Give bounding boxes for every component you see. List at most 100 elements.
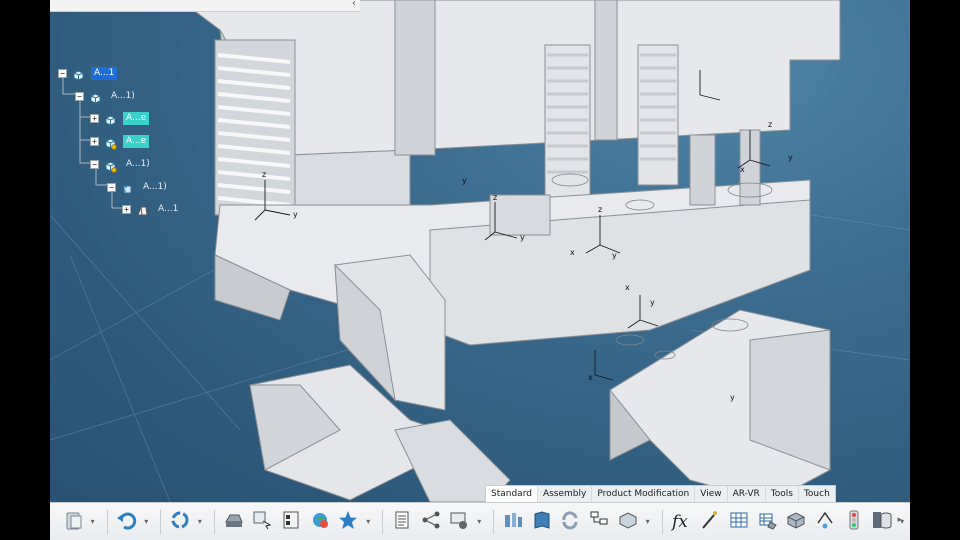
dropdown-arrow-icon[interactable]: ▾ — [475, 517, 483, 526]
cube-stack-icon — [617, 509, 639, 535]
magic-wand-button[interactable] — [697, 508, 723, 536]
star-button[interactable] — [336, 508, 362, 536]
tab-tools[interactable]: Tools — [766, 486, 799, 502]
explode-button[interactable] — [500, 508, 526, 536]
graph-tree-button[interactable] — [418, 508, 444, 536]
toolbar-separator — [382, 509, 384, 534]
draw-button[interactable] — [812, 508, 838, 536]
tree-node-label[interactable]: A...1 — [91, 66, 118, 80]
graph-tree-icon — [420, 509, 442, 535]
toolbar-separator — [493, 509, 495, 534]
spring-large[interactable] — [214, 39, 296, 216]
toolbar-more-icon[interactable]: ▸ — [897, 515, 902, 525]
dropdown-arrow-icon[interactable]: ▾ — [142, 517, 150, 526]
axis-x-label: x — [588, 373, 593, 382]
tree-node[interactable]: + A...e — [90, 134, 150, 150]
axis-z-label: z — [598, 205, 602, 214]
table-icon — [728, 509, 750, 535]
assembly-model[interactable]: z y z y y z y x z y x y x x y — [50, 0, 910, 502]
part-body-icon — [136, 203, 149, 216]
axis-z-label: z — [493, 193, 497, 202]
star-icon — [337, 509, 359, 535]
table-button[interactable] — [726, 508, 752, 536]
undo-button[interactable] — [114, 508, 140, 536]
formula-button[interactable]: fx — [669, 508, 695, 536]
settings-button[interactable] — [447, 508, 473, 536]
tab-view[interactable]: View — [695, 486, 728, 502]
tab-standard[interactable]: Standard — [486, 486, 538, 502]
settings-icon — [448, 509, 470, 535]
expand-icon[interactable]: + — [90, 136, 99, 146]
save-management-icon — [223, 509, 245, 535]
axis-x-label: x — [740, 165, 745, 174]
tree-node[interactable]: + A...e — [90, 111, 150, 126]
select-button[interactable] — [249, 508, 275, 536]
traffic-light-button[interactable] — [841, 508, 867, 536]
catia-window: z y z y y z y x z y x y x x y ‹ − A...1 … — [50, 0, 910, 540]
tree-view-button[interactable] — [586, 508, 612, 536]
save-management-button[interactable] — [221, 508, 247, 536]
collapse-icon[interactable]: − — [90, 159, 99, 169]
dropdown-arrow-icon[interactable]: ▾ — [89, 517, 97, 526]
tab-assembly[interactable]: Assembly — [538, 486, 593, 502]
axis-y-label: y — [293, 210, 298, 219]
tree-node-label[interactable]: A...1) — [108, 90, 138, 103]
dropdown-arrow-icon[interactable]: ▾ — [364, 517, 372, 526]
globe-button[interactable] — [307, 508, 333, 536]
expand-icon[interactable]: + — [122, 204, 131, 214]
axis-y-label: y — [730, 393, 735, 402]
paste-button[interactable] — [60, 508, 86, 536]
book-button[interactable] — [529, 508, 555, 536]
axis-y-label: y — [520, 233, 525, 242]
tab-touch[interactable]: Touch — [799, 486, 835, 502]
tree-view-icon — [588, 509, 610, 535]
list-button[interactable] — [389, 508, 415, 536]
explode-icon — [502, 509, 524, 535]
scroll-left-arrow[interactable]: ‹ — [352, 0, 356, 9]
axis-x-label: x — [570, 248, 575, 257]
tree-node[interactable]: − A...1) — [75, 89, 138, 104]
part-icon — [121, 181, 134, 194]
tree-node[interactable]: − A...1) — [90, 157, 153, 173]
traffic-light-icon — [843, 509, 865, 535]
collapse-icon[interactable]: − — [58, 68, 67, 78]
product-flex-icon — [104, 158, 117, 173]
workbench-tabs: Standard Assembly Product Modification View… — [485, 485, 836, 502]
measure-button[interactable] — [783, 508, 809, 536]
toolbar-separator — [213, 509, 215, 534]
toolbar-separator — [661, 509, 663, 534]
tree-node[interactable]: − A...1) — [107, 180, 170, 194]
tree-node-label[interactable]: A...1 — [155, 203, 181, 216]
refresh-button[interactable] — [558, 508, 584, 536]
catalog-button[interactable] — [278, 508, 304, 536]
top-scrollbar[interactable]: ‹ — [50, 0, 360, 12]
product-icon — [104, 112, 117, 126]
tab-product-modification[interactable]: Product Modification — [592, 486, 696, 502]
refresh-icon — [559, 509, 581, 535]
tree-node[interactable]: + A...1 — [122, 202, 181, 216]
3d-viewport[interactable]: z y z y y z y x z y x y x x y ‹ − A...1 … — [50, 0, 910, 502]
database-button[interactable] — [870, 508, 896, 536]
update-icon — [169, 509, 191, 535]
update-button[interactable] — [167, 508, 193, 536]
dropdown-arrow-icon[interactable]: ▾ — [196, 517, 204, 526]
action-bar: ▾ ▾ ▾ ▾ ▾ ▾ fx ▾ ▸ — [50, 502, 910, 540]
product-icon — [72, 67, 85, 81]
design-table-button[interactable] — [755, 508, 781, 536]
collapse-icon[interactable]: − — [75, 91, 84, 101]
collapse-icon[interactable]: − — [107, 182, 116, 192]
tree-node-label[interactable]: A...e — [123, 134, 150, 148]
tab-ar-vr[interactable]: AR-VR — [728, 486, 766, 502]
undo-icon — [115, 509, 137, 535]
dropdown-arrow-icon[interactable]: ▾ — [644, 517, 652, 526]
paste-icon — [62, 509, 84, 535]
product-icon — [89, 90, 102, 104]
tree-node-label[interactable]: A...1) — [140, 181, 170, 194]
cube-stack-button[interactable] — [615, 508, 641, 536]
expand-icon[interactable]: + — [90, 113, 99, 123]
axis-y-label: y — [650, 298, 655, 307]
tree-node-label[interactable]: A...e — [123, 111, 150, 125]
tree-node[interactable]: − A...1 — [58, 66, 118, 81]
toolbar-separator — [106, 509, 108, 534]
tree-node-label[interactable]: A...1) — [123, 158, 153, 171]
